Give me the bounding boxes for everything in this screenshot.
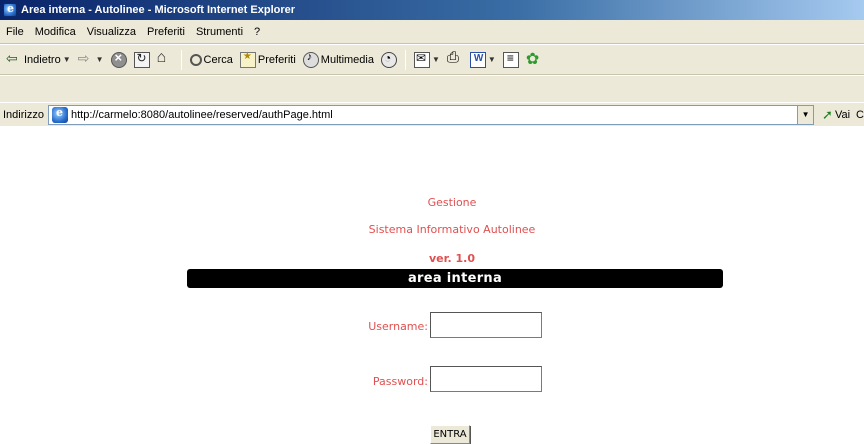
home-icon — [157, 49, 173, 68]
go-button[interactable]: ➚ Vai — [822, 107, 850, 123]
media-button-label: Multimedia — [320, 53, 374, 66]
address-input[interactable]: http://carmelo:8080/autolinee/reserved/a… — [47, 104, 815, 125]
media-button[interactable]: Multimedia — [301, 49, 376, 71]
mail-icon — [413, 51, 430, 68]
go-button-label: Vai — [834, 108, 851, 121]
username-input[interactable] — [430, 312, 542, 338]
window-title: Area interna - Autolinee - Microsoft Int… — [21, 4, 296, 16]
back-button-label: Indietro — [24, 53, 61, 66]
toolbar-separator — [404, 49, 406, 70]
favorites-button-label: Preferiti — [257, 53, 296, 66]
chevron-down-icon: ▼ — [487, 55, 496, 64]
edit-button[interactable]: ▼ — [468, 49, 498, 71]
links-label[interactable]: C — [856, 109, 864, 121]
address-bar: Indirizzo http://carmelo:8080/autolinee/… — [0, 102, 864, 126]
history-button[interactable] — [379, 49, 399, 71]
address-url[interactable]: http://carmelo:8080/autolinee/reserved/a… — [71, 109, 333, 121]
page-icon — [51, 106, 68, 123]
chevron-down-icon: ▼ — [62, 55, 71, 64]
media-icon — [302, 51, 319, 68]
refresh-button[interactable] — [132, 49, 152, 71]
favorites-icon — [239, 51, 256, 68]
forward-button[interactable]: ▼ — [76, 49, 106, 71]
stop-icon — [110, 50, 127, 68]
chevron-down-icon[interactable]: ▼ — [797, 105, 814, 124]
home-button[interactable] — [155, 49, 175, 71]
username-label: Username: — [368, 320, 428, 333]
favorites-button[interactable]: Preferiti — [238, 49, 298, 71]
discuss-icon — [502, 51, 519, 68]
discuss-button[interactable] — [501, 49, 521, 71]
back-button[interactable]: Indietro ▼ — [4, 49, 73, 71]
history-icon — [380, 51, 397, 68]
forward-arrow-icon — [78, 50, 94, 68]
page-heading-system: Sistema Informativo Autolinee — [368, 223, 536, 236]
search-button-label: Cerca — [203, 53, 233, 66]
refresh-icon — [133, 51, 150, 68]
stop-button[interactable] — [109, 49, 129, 71]
print-icon — [447, 49, 463, 68]
ie-icon — [3, 2, 17, 17]
password-label: Password: — [372, 375, 428, 388]
messenger-button[interactable] — [524, 49, 544, 71]
search-icon — [189, 53, 202, 66]
menu-help[interactable]: ? — [254, 26, 260, 38]
standard-toolbar: Indietro ▼ ▼ Cerca Preferiti Multimedia … — [0, 45, 864, 75]
login-submit-button[interactable]: ENTRA — [430, 425, 470, 444]
page-heading-gestione: Gestione — [427, 196, 477, 209]
menu-strumenti[interactable]: Strumenti — [196, 26, 243, 38]
back-arrow-icon — [6, 50, 22, 68]
menu-preferiti[interactable]: Preferiti — [147, 26, 185, 38]
print-button[interactable] — [445, 49, 465, 71]
window-title-bar: Area interna - Autolinee - Microsoft Int… — [0, 0, 864, 20]
word-edit-icon — [469, 51, 486, 68]
chevron-down-icon: ▼ — [431, 55, 440, 64]
mail-button[interactable]: ▼ — [412, 49, 442, 71]
toolbar-spacer — [0, 76, 864, 102]
address-label: Indirizzo — [3, 108, 44, 121]
search-button[interactable]: Cerca — [188, 49, 235, 71]
password-input[interactable] — [430, 366, 542, 392]
chevron-down-icon: ▼ — [95, 55, 104, 64]
go-arrow-icon: ➚ — [822, 106, 833, 122]
toolbar-separator — [180, 49, 182, 70]
area-banner: area interna — [187, 269, 723, 288]
menu-modifica[interactable]: Modifica — [35, 26, 76, 38]
version-label: ver. 1.0 — [429, 252, 475, 265]
menu-visualizza[interactable]: Visualizza — [87, 26, 136, 38]
menu-bar: File Modifica Visualizza Preferiti Strum… — [0, 20, 864, 44]
messenger-icon — [526, 49, 542, 69]
menu-file[interactable]: File — [6, 26, 24, 38]
